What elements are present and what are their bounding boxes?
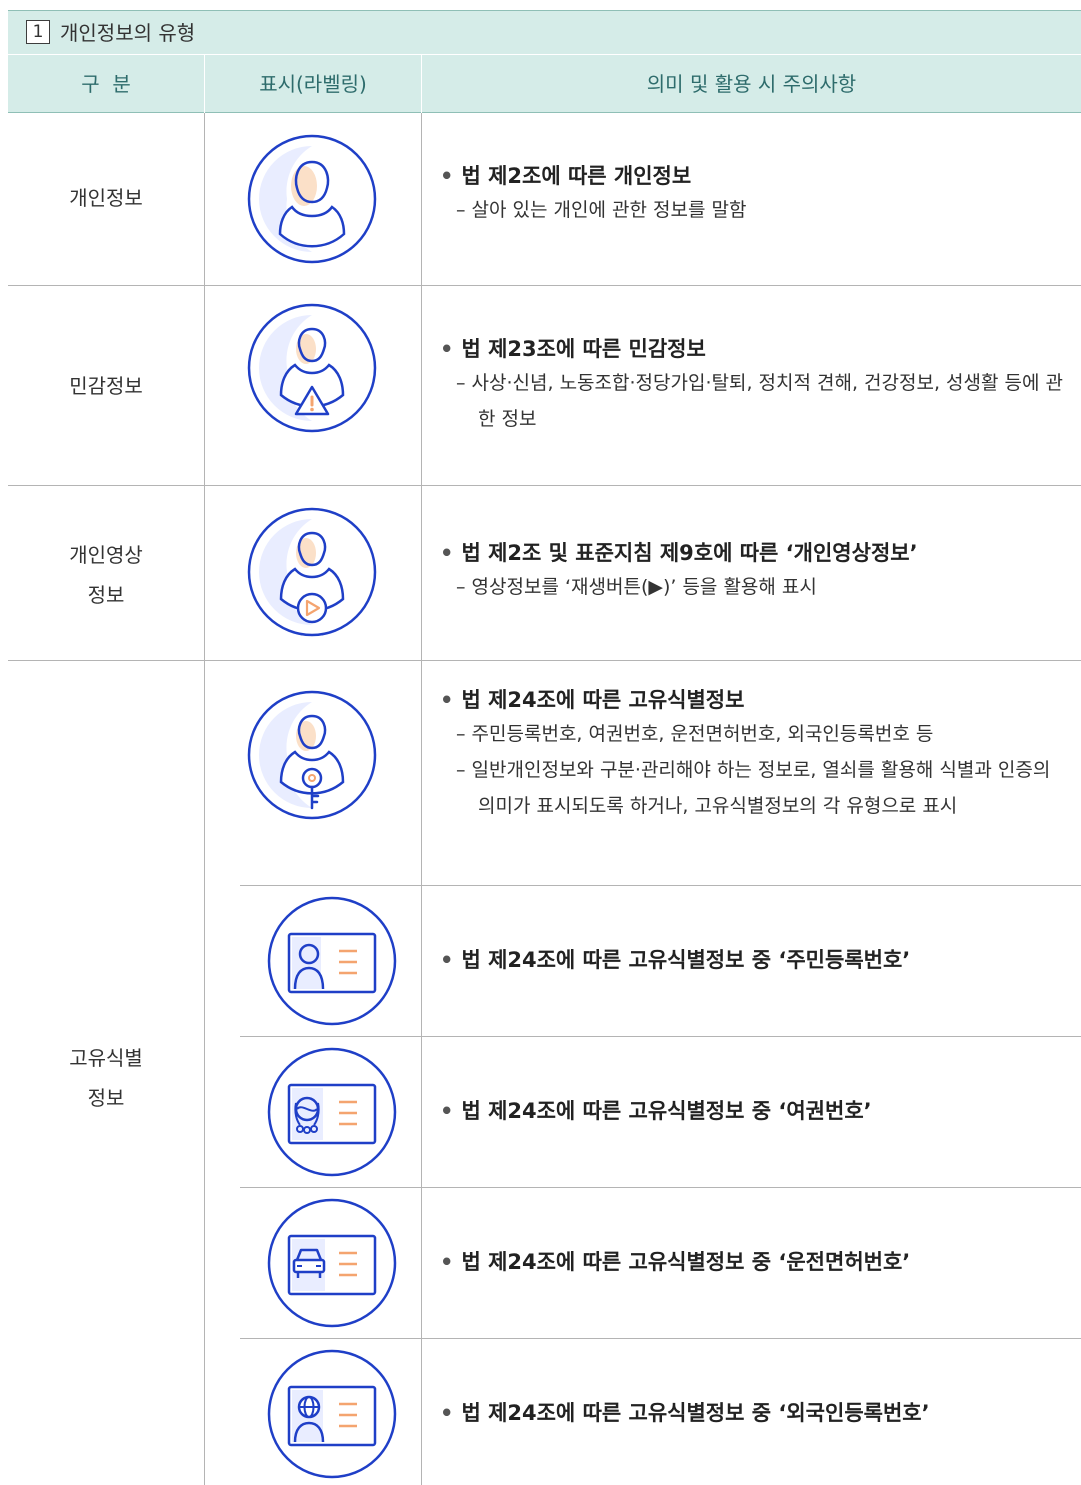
subrow-divider	[240, 1338, 1081, 1339]
description-detail: – 영상정보를 ‘재생버튼(▶)’ 등을 활용해 표시	[456, 576, 817, 598]
section-title-bar: 1 개인정보의 유형	[8, 10, 1081, 54]
description-detail: – 사상·신념, 노동조합·정당가입·탈퇴, 정치적 견해, 건강정보, 성생활…	[456, 372, 1064, 430]
subrow-description: • 법 제24조에 따른 고유식별정보 중 ‘운전면허번호’	[440, 1246, 1065, 1278]
section-number: 1	[26, 20, 50, 44]
subrow-description: • 법 제24조에 따른 고유식별정보 중 ‘여권번호’	[440, 1095, 1065, 1127]
subrow-divider	[240, 1187, 1081, 1188]
subrow-description: • 법 제24조에 따른 고유식별정보 중 ‘주민등록번호’	[440, 944, 1065, 976]
row-divider	[8, 285, 1081, 286]
column-divider	[421, 113, 422, 1485]
row-description: • 법 제24조에 따른 고유식별정보 – 주민등록번호, 여권번호, 운전면허번…	[440, 684, 1065, 824]
description-heading: • 법 제24조에 따른 고유식별정보 중 ‘주민등록번호’	[440, 948, 911, 972]
column-divider	[204, 113, 205, 1485]
row-divider	[8, 660, 1081, 661]
section-title: 개인정보의 유형	[60, 21, 196, 45]
description-heading: • 법 제2조 및 표준지침 제9호에 따른 ‘개인영상정보’	[440, 541, 918, 565]
row-description: • 법 제2조 및 표준지침 제9호에 따른 ‘개인영상정보’ – 영상정보를 ‘…	[440, 537, 1065, 605]
heading-text: 법 제24조에 따른 고유식별정보 중 ‘운전면허번호’	[461, 1250, 911, 1274]
heading-text: 법 제24조에 따른 고유식별정보 중 ‘외국인등록번호’	[461, 1401, 930, 1425]
row-category-line: 정보	[87, 1086, 125, 1110]
row-category-line: 고유식별	[69, 1046, 143, 1070]
row-description: • 법 제23조에 따른 민감정보 – 사상·신념, 노동조합·정당가입·탈퇴, …	[440, 333, 1065, 437]
row-category-line: 개인영상	[69, 543, 143, 567]
table-header: 구 분 표시(라벨링) 의미 및 활용 시 주의사항	[8, 54, 1081, 113]
resident-id-card-icon	[267, 896, 397, 1026]
header-meaning: 의미 및 활용 시 주의사항	[646, 72, 857, 96]
description-heading: • 법 제24조에 따른 고유식별정보 중 ‘여권번호’	[440, 1099, 872, 1123]
subrow-divider	[240, 1036, 1081, 1037]
foreigner-id-card-icon	[267, 1349, 397, 1479]
row-description: • 법 제2조에 따른 개인정보 – 살아 있는 개인에 관한 정보를 말함	[440, 160, 1065, 228]
person-warning-icon	[247, 303, 377, 433]
subrow-description: • 법 제24조에 따른 고유식별정보 중 ‘외국인등록번호’	[440, 1397, 1065, 1429]
row-category: 민감정보	[69, 374, 143, 398]
description-heading: • 법 제23조에 따른 민감정보	[440, 337, 706, 361]
heading-text: 법 제2조 및 표준지침 제9호에 따른 ‘개인영상정보’	[461, 541, 918, 565]
row-category-line: 정보	[87, 583, 125, 607]
person-play-icon	[247, 507, 377, 637]
person-key-icon	[247, 690, 377, 820]
description-heading: • 법 제24조에 따른 고유식별정보 중 ‘외국인등록번호’	[440, 1401, 930, 1425]
row-divider	[8, 485, 1081, 486]
heading-text: 법 제23조에 따른 민감정보	[461, 337, 706, 361]
heading-text: 법 제2조에 따른 개인정보	[461, 164, 692, 188]
subrow-divider	[240, 885, 1081, 886]
heading-text: 법 제24조에 따른 고유식별정보 중 ‘주민등록번호’	[461, 948, 911, 972]
heading-text: 법 제24조에 따른 고유식별정보 중 ‘여권번호’	[461, 1099, 872, 1123]
person-icon	[247, 134, 377, 264]
header-label: 표시(라벨링)	[259, 72, 367, 96]
description-detail: – 일반개인정보와 구분·관리해야 하는 정보로, 열쇠를 활용해 식별과 인증…	[456, 759, 1051, 817]
passport-card-icon	[267, 1047, 397, 1177]
description-detail: – 주민등록번호, 여권번호, 운전면허번호, 외국인등록번호 등	[456, 723, 934, 745]
description-heading: • 법 제2조에 따른 개인정보	[440, 164, 692, 188]
row-category: 개인정보	[69, 186, 143, 210]
description-heading: • 법 제24조에 따른 고유식별정보 중 ‘운전면허번호’	[440, 1250, 911, 1274]
driver-license-card-icon	[267, 1198, 397, 1328]
description-heading: • 법 제24조에 따른 고유식별정보	[440, 688, 745, 712]
description-detail: – 살아 있는 개인에 관한 정보를 말함	[456, 199, 747, 221]
heading-text: 법 제24조에 따른 고유식별정보	[461, 688, 745, 712]
header-category: 구 분	[81, 72, 131, 96]
